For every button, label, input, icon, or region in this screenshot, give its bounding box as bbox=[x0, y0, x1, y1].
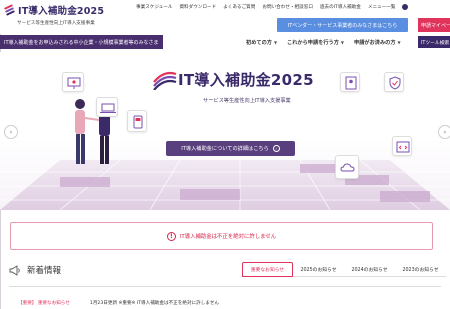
arrow-right-icon: › bbox=[272, 145, 280, 152]
nav-schedule[interactable]: 事業スケジュール bbox=[136, 4, 172, 10]
menu-first-time[interactable]: 初めての方 ▼ bbox=[246, 39, 277, 46]
it-tool-search-button[interactable]: ITツール検索 bbox=[418, 36, 450, 48]
cloud-icon bbox=[335, 155, 359, 179]
menu-applied[interactable]: 申請がお済みの方 ▼ bbox=[354, 39, 401, 46]
fraud-warning-text: IT導入補助金は不正を絶対に許しません bbox=[179, 234, 277, 240]
news-item-tag: 【重要】 重要なお知らせ bbox=[18, 301, 70, 306]
payment-terminal-icon bbox=[127, 110, 147, 132]
nav-menu-list[interactable]: メニュー一覧 bbox=[368, 4, 396, 10]
vendor-button[interactable]: ITベンダー・サービス事業者のみなさまはこちら bbox=[277, 18, 408, 32]
nav-past-subsidy[interactable]: 過去のIT導入補助金 bbox=[320, 4, 361, 10]
carousel-prev-button[interactable]: ‹ bbox=[4, 125, 18, 139]
chevron-right-icon: › bbox=[443, 128, 447, 136]
audience-menu: 初めての方 ▼ これから申請を行う方 ▼ 申請がお済みの方 ▼ bbox=[246, 39, 401, 46]
menu-circle-icon[interactable] bbox=[402, 4, 408, 10]
news-tabs: 重要なお知らせ 2025のお知らせ 2024のお知らせ 2023のお知らせ bbox=[242, 262, 446, 277]
menu-applying[interactable]: これから申請を行う方 ▼ bbox=[287, 39, 344, 46]
user-document-icon bbox=[340, 72, 360, 92]
audience-banner[interactable]: IT導入補助金をお申込みされる中小企業・小規模事業者等のみなさま bbox=[0, 35, 163, 49]
nav-faq[interactable]: よくあるご質問 bbox=[223, 4, 255, 10]
menu-applied-label: 申請がお済みの方 bbox=[354, 40, 396, 46]
subsidy-details-label: IT導入補助金についての詳細はこちら bbox=[181, 146, 269, 152]
nav-downloads[interactable]: 資料ダウンロード bbox=[179, 4, 216, 10]
news-item-text: 1月23日更新 ※重要※ IT導入補助金は不正を絶対に許しません bbox=[89, 301, 219, 306]
news-title: 新着情報 bbox=[27, 266, 62, 276]
list-item[interactable]: 【重要】 重要なお知らせ 1月23日更新 ※重要※ IT導入補助金は不正を絶対に… bbox=[18, 300, 219, 306]
menu-first-time-label: 初めての方 bbox=[246, 40, 272, 46]
chevron-down-icon: ▼ bbox=[340, 40, 344, 45]
code-window-icon bbox=[392, 136, 412, 156]
site-header: IT導入補助金2025 サービス等生産性向上IT導入支援事業 事業スケジュール … bbox=[0, 0, 450, 34]
exclamation-icon: ! bbox=[166, 231, 176, 241]
subsidy-details-button[interactable]: IT導入補助金についての詳細はこちら › bbox=[166, 141, 295, 156]
hero-subtitle: サービス等生産性向上IT導入支援事業 bbox=[203, 98, 291, 104]
hero-logo: IT導入補助金2025 bbox=[152, 68, 314, 90]
carousel-next-button[interactable]: › bbox=[438, 125, 450, 139]
chevron-down-icon: ▼ bbox=[273, 40, 278, 45]
tab-important[interactable]: 重要なお知らせ bbox=[242, 262, 293, 277]
mypage-button[interactable]: 申請マイページ bbox=[418, 18, 450, 32]
menu-applying-label: これから申請を行う方 bbox=[287, 40, 339, 46]
megaphone-icon bbox=[9, 264, 20, 276]
chevron-left-icon: ‹ bbox=[9, 128, 13, 136]
chevron-down-icon: ▼ bbox=[397, 40, 401, 45]
monitor-icon bbox=[62, 72, 84, 92]
nav-contact[interactable]: お問い合わせ・相談窓口 bbox=[262, 4, 313, 10]
news-divider bbox=[9, 286, 441, 287]
hero-carousel: IT導入補助金2025 サービス等生産性向上IT導入支援事業 IT導入補助金につ… bbox=[0, 52, 450, 210]
logo-title: IT導入補助金2025 bbox=[18, 6, 105, 17]
logo-mark-icon bbox=[3, 4, 16, 16]
tab-2025[interactable]: 2025のお知らせ bbox=[293, 262, 344, 277]
fraud-warning-link[interactable]: ! IT導入補助金は不正を絶対に許しません bbox=[10, 222, 433, 250]
shield-icon bbox=[384, 72, 404, 92]
site-logo[interactable]: IT導入補助金2025 bbox=[3, 3, 105, 17]
hero-title: IT導入補助金2025 bbox=[178, 70, 314, 89]
laptop-icon bbox=[96, 97, 118, 117]
news-heading: 新着情報 bbox=[9, 264, 61, 276]
logo-subtitle: サービス等生産性向上IT導入支援事業 bbox=[17, 21, 95, 26]
top-nav: 事業スケジュール 資料ダウンロード よくあるご質問 お問い合わせ・相談窓口 過去… bbox=[136, 4, 395, 10]
tab-2024[interactable]: 2024のお知らせ bbox=[344, 262, 395, 277]
tab-2023[interactable]: 2023のお知らせ bbox=[395, 262, 446, 277]
sub-nav: IT導入補助金をお申込みされる中小企業・小規模事業者等のみなさま 初めての方 ▼ … bbox=[0, 35, 450, 49]
hero-logo-mark-icon bbox=[153, 71, 177, 90]
